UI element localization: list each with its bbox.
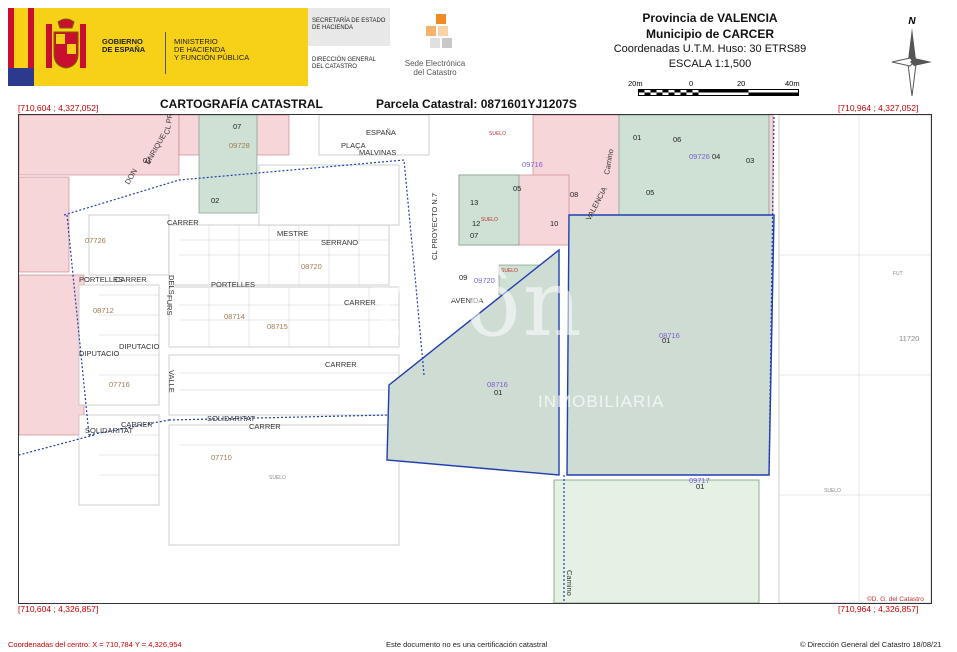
svg-text:11720: 11720 [899,334,919,343]
svg-text:MALVINAS: MALVINAS [359,148,396,157]
scale-tick-0: 0 [689,79,694,88]
svg-text:09716: 09716 [522,160,543,169]
government-logo-block: GOBIERNO DE ESPAÑA MINISTERIO DE HACIENDA Y… [8,8,308,86]
map-copyright: ©D. G. del Catastro [867,595,924,603]
svg-text:07: 07 [470,231,478,240]
secretaria-label: SECRETARÍA DE ESTADO DE HACIENDA [312,18,386,31]
svg-text:01: 01 [143,156,151,165]
scale-tick-20m: 20m [628,79,643,88]
gobierno-label: GOBIERNO DE ESPAÑA [102,37,146,54]
svg-text:DELS: DELS [167,275,176,295]
map-canvas: PLAÇA ESPAÑA MALVINAS CARRER MESTRE SERR… [19,115,931,603]
coordenadas-label: Coordenadas U.T.M. Huso: 30 ETRS89 [613,43,807,55]
scale-tick-40m: 40m [785,79,800,88]
ministerio-label: MINISTERIO DE HACIENDA Y FUNCIÓN PÚBLICA [174,37,250,62]
scale-tick-20: 20 [737,79,746,88]
svg-text:CARRER: CARRER [121,420,153,429]
svg-text:08720: 08720 [301,262,322,271]
corner-coord-bottom-right: [710,964 ; 4,326,857] [838,604,919,614]
svg-text:07716: 07716 [109,380,130,389]
north-arrow-icon: N [891,16,932,97]
svg-text:07726: 07726 [85,236,106,245]
svg-text:10: 10 [550,219,558,228]
sede-electronica-label: Sede Electrónica del Catastro [404,59,466,77]
eu-stripe [8,68,34,86]
svg-text:07: 07 [233,122,241,131]
svg-text:CARRER: CARRER [115,275,147,284]
svg-text:01: 01 [633,133,641,142]
svg-text:SUELO: SUELO [824,488,841,494]
svg-text:12: 12 [472,219,480,228]
svg-text:CARRER: CARRER [249,422,281,431]
disclaimer: Este documento no es una certificación c… [386,640,548,649]
svg-text:08714: 08714 [224,312,245,321]
cadastral-map[interactable]: PLAÇA ESPAÑA MALVINAS CARRER MESTRE SERR… [18,114,932,604]
svg-text:05: 05 [513,184,521,193]
svg-text:CARRER: CARRER [325,360,357,369]
svg-text:01: 01 [494,388,502,397]
svg-text:03: 03 [746,156,754,165]
provincia-title: Provincia de VALENCIA [642,11,778,25]
svg-text:06: 06 [673,135,681,144]
svg-text:SERRANO: SERRANO [321,238,358,247]
corner-coord-top-right: [710,964 ; 4,327,052] [838,103,919,113]
map-title-block: Provincia de VALENCIA Municipio de CARCE… [560,10,860,72]
copyright-footer: © Dirección General del Catastro 18/08/2… [800,640,942,649]
svg-text:Camino: Camino [565,570,574,596]
svg-text:MESTRE: MESTRE [277,229,308,238]
svg-text:04: 04 [712,152,720,161]
svg-text:09717: 09717 [689,476,710,485]
svg-text:08: 08 [570,190,578,199]
svg-text:07710: 07710 [211,453,232,462]
svg-text:SUELO: SUELO [489,131,506,137]
direccion-general-label: DIRECCIÓN GENERAL DEL CATASTRO [312,57,377,70]
svg-text:08716: 08716 [659,331,680,340]
municipio-title: Municipio de CARCER [646,27,774,41]
svg-text:FUT: FUT [893,271,903,277]
svg-text:DIPUTACIO: DIPUTACIO [79,349,119,358]
escala-label: ESCALA 1:1,500 [668,58,752,70]
corner-coord-bottom-left: [710,604 ; 4,326,857] [18,604,99,614]
svg-text:FURS: FURS [165,295,174,315]
svg-text:09726: 09726 [689,152,710,161]
svg-text:05: 05 [646,188,654,197]
svg-text:DIPUTACIO: DIPUTACIO [119,342,159,351]
agency-watermark: rsôn [370,250,584,357]
parcela-heading: Parcela Catastral: 0871601YJ1207S [376,97,577,111]
center-coordinates: Coordenadas del centro: X = 710,784 Y = … [8,640,182,649]
svg-text:13: 13 [470,198,478,207]
svg-text:08716: 08716 [487,380,508,389]
cartografia-heading: CARTOGRAFÍA CATASTRAL [160,97,323,111]
sede-electronica-logo-icon [426,14,452,48]
svg-text:09728: 09728 [229,141,250,150]
scale-bar [638,89,799,96]
svg-text:PORTELLES: PORTELLES [211,280,255,289]
svg-text:08712: 08712 [93,306,114,315]
svg-text:SUELO: SUELO [269,475,286,481]
corner-coord-top-left: [710,604 ; 4,327,052] [18,103,99,113]
coat-of-arms-icon [46,18,86,69]
svg-text:CARRER: CARRER [167,218,199,227]
svg-text:SUELO: SUELO [481,217,498,223]
svg-text:ESPAÑA: ESPAÑA [366,128,396,137]
svg-text:02: 02 [211,196,219,205]
svg-text:VALLE: VALLE [167,370,176,393]
agency-watermark-sub: INMOBILIARIA [538,392,665,411]
svg-text:08715: 08715 [267,322,288,331]
svg-text:N: N [908,16,916,27]
